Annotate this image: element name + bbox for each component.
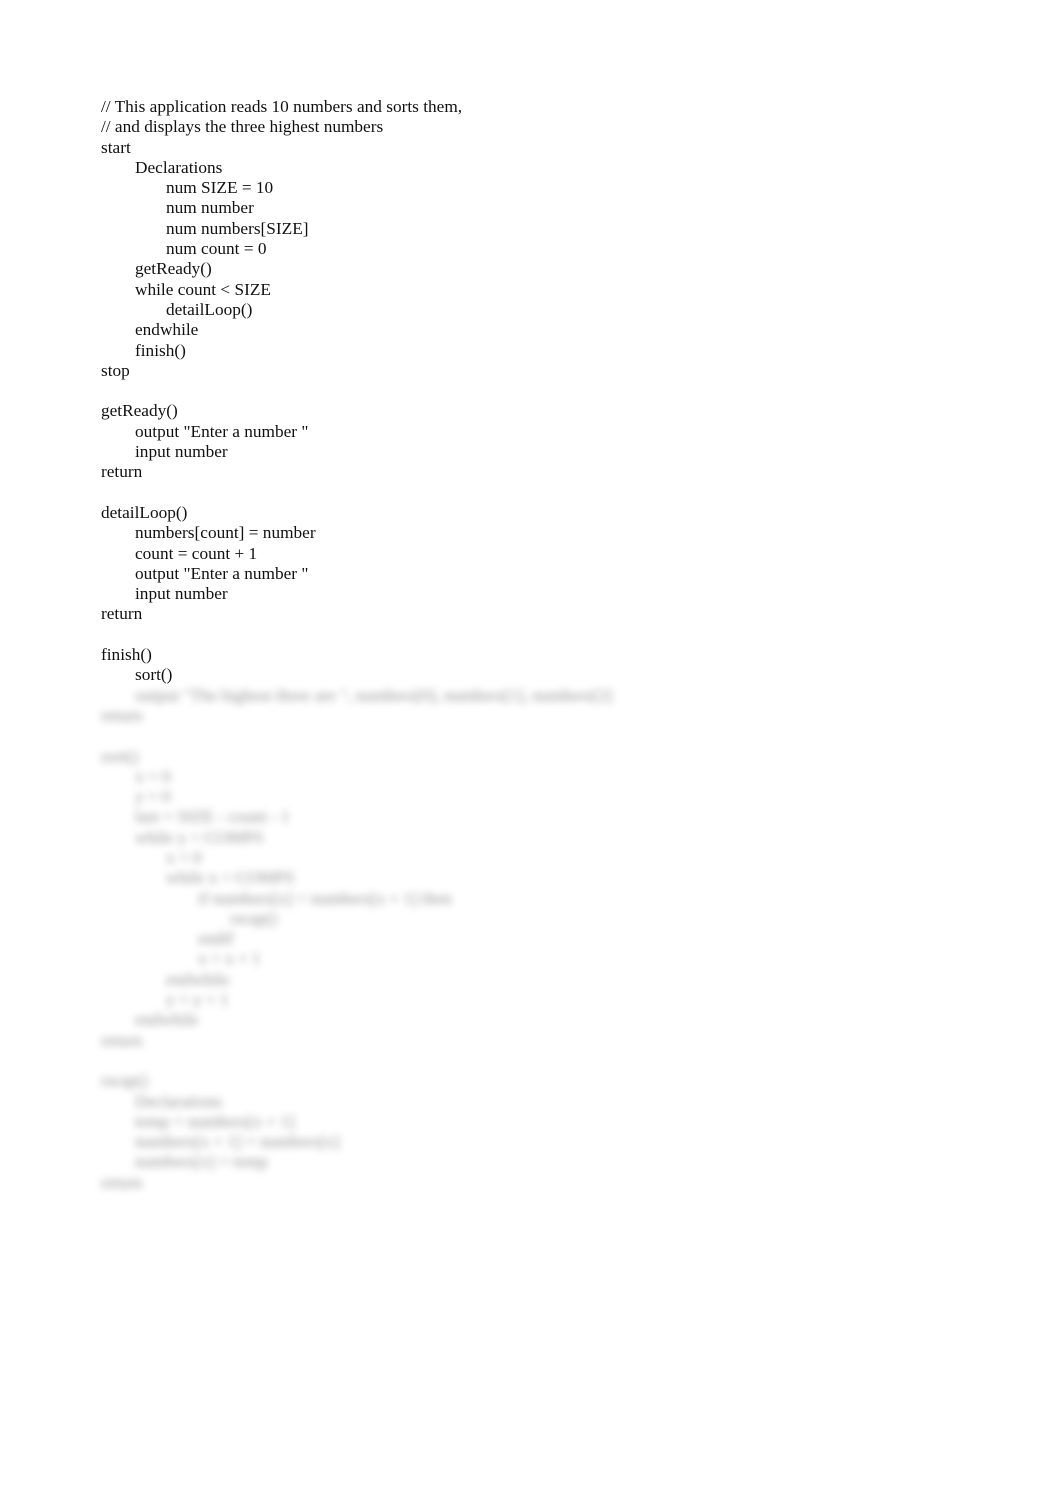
code-line: input number — [135, 442, 228, 462]
blurred-code-line: return — [101, 1030, 143, 1050]
blurred-code-line: numbers[x + 1] = numbers[x] — [135, 1132, 340, 1152]
blurred-code-line: if numbers[x] < numbers[x + 1] then — [198, 888, 452, 908]
code-line: sort() — [135, 665, 173, 685]
code-line: while count < SIZE — [135, 279, 271, 299]
blurred-code-line: endwhile — [166, 969, 230, 989]
blurred-code-line: while x < COMPS — [166, 868, 295, 888]
blurred-code-line: swap() — [101, 1071, 149, 1091]
code-line: stop — [101, 360, 130, 380]
code-line: num SIZE = 10 — [166, 178, 274, 198]
code-line: getReady() — [101, 401, 178, 421]
blurred-code-line: swap() — [230, 908, 278, 928]
blurred-code-line: x = 0 — [166, 847, 202, 867]
blurred-code-line: endif — [198, 929, 234, 949]
blurred-code-line: x = 0 — [135, 766, 171, 786]
blurred-code-line: return — [101, 705, 143, 725]
blurred-code-section: output "The highest three are ", numbers… — [101, 686, 612, 1193]
code-line: output "Enter a number " — [135, 563, 309, 583]
blurred-code-line: while y < COMPS — [135, 827, 264, 847]
code-line: detailLoop() — [101, 502, 188, 522]
code-line: return — [101, 604, 143, 624]
blurred-code-line: return — [101, 1172, 143, 1192]
code-line: endwhile — [135, 320, 199, 340]
code-line: getReady() — [135, 259, 212, 279]
code-line: finish() — [135, 340, 186, 360]
code-line: // and displays the three highest number… — [101, 117, 384, 137]
blurred-code-line: output "The highest three are ", numbers… — [135, 685, 613, 705]
blurred-code-line: y = 0 — [135, 787, 171, 807]
blurred-code-line: x = x + 1 — [198, 949, 261, 969]
code-line: num number — [166, 198, 254, 218]
blurred-code-line: numbers[x] = temp — [135, 1152, 268, 1172]
blurred-code-line: Declarations — [135, 1091, 223, 1111]
blurred-code-line: y = y + 1 — [166, 990, 229, 1010]
code-line: count = count + 1 — [135, 543, 258, 563]
code-line: start — [101, 137, 131, 157]
code-line: numbers[count] = number — [135, 523, 316, 543]
code-line: return — [101, 462, 143, 482]
code-line: finish() — [101, 645, 152, 665]
blurred-code-line: temp = numbers[x + 1] — [135, 1111, 295, 1131]
code-line: input number — [135, 584, 228, 604]
code-line: detailLoop() — [166, 299, 253, 319]
visible-code-section: // This application reads 10 numbers and… — [101, 97, 612, 686]
blurred-code-line: endwhile — [135, 1010, 199, 1030]
code-line: Declarations — [135, 157, 223, 177]
code-line: num numbers[SIZE] — [166, 218, 309, 238]
code-line: num count = 0 — [166, 239, 267, 259]
blurred-code-line: last = SIZE - count - 1 — [135, 807, 290, 827]
code-line: output "Enter a number " — [135, 421, 309, 441]
blurred-code-line: sort() — [101, 746, 139, 766]
pseudocode-document: // This application reads 10 numbers and… — [101, 97, 612, 1193]
code-line: // This application reads 10 numbers and… — [101, 97, 463, 116]
